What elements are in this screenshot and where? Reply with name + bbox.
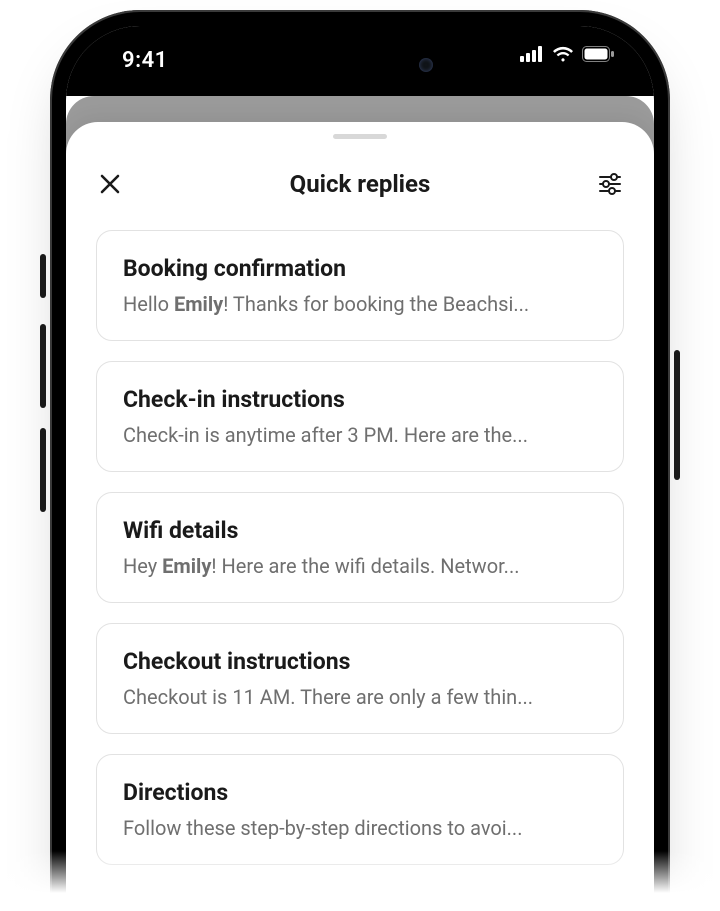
statusbar-icons: [520, 46, 614, 66]
quick-reply-card[interactable]: Checkout instructions Checkout is 11 AM.…: [96, 623, 624, 734]
statusbar-time: 9:41: [122, 48, 168, 73]
preview-text: Hey: [123, 554, 162, 578]
preview-text: Hello: [123, 292, 174, 316]
sliders-icon: [598, 173, 622, 195]
quick-reply-card[interactable]: Booking confirmation Hello Emily! Thanks…: [96, 230, 624, 341]
card-preview: Hello Emily! Thanks for booking the Beac…: [123, 292, 597, 316]
device-frame: 9:41: [50, 10, 670, 911]
cellular-icon: [520, 46, 544, 66]
card-title: Checkout instructions: [123, 648, 597, 675]
close-icon: [99, 173, 121, 195]
quick-reply-list: Booking confirmation Hello Emily! Thanks…: [66, 220, 654, 865]
sheet-header: Quick replies: [66, 158, 654, 220]
quick-reply-card[interactable]: Check-in instructions Check-in is anytim…: [96, 361, 624, 472]
battery-icon: [582, 46, 614, 66]
device-volume-down: [40, 428, 46, 512]
card-preview: Check-in is anytime after 3 PM. Here are…: [123, 423, 597, 447]
device-volume-up: [40, 324, 46, 408]
sheet-grabber[interactable]: [333, 134, 387, 139]
dynamic-island: [275, 46, 445, 84]
card-title: Check-in instructions: [123, 386, 597, 413]
preview-emph: Emily: [174, 292, 223, 316]
preview-text: Check-in is anytime after 3 PM. Here are…: [123, 423, 528, 447]
quick-replies-sheet: Quick replies: [66, 122, 654, 911]
device-power-button: [674, 350, 680, 480]
stage: 9:41: [0, 0, 720, 911]
preview-emph: Emily: [162, 554, 211, 578]
close-button[interactable]: [90, 164, 130, 204]
quick-reply-card[interactable]: Directions Follow these step-by-step dir…: [96, 754, 624, 865]
card-title: Wifi details: [123, 517, 597, 544]
card-preview: Follow these step-by-step directions to …: [123, 816, 597, 840]
preview-text: ! Here are the wifi details. Networ...: [211, 554, 519, 578]
preview-text: Checkout is 11 AM. There are only a few …: [123, 685, 533, 709]
preview-text: Follow these step-by-step directions to …: [123, 816, 522, 840]
device-screen: 9:41: [66, 26, 654, 911]
front-camera-icon: [419, 58, 433, 72]
preview-text: ! Thanks for booking the Beachsi...: [223, 292, 529, 316]
settings-button[interactable]: [590, 164, 630, 204]
quick-reply-card[interactable]: Wifi details Hey Emily! Here are the wif…: [96, 492, 624, 603]
wifi-icon: [552, 46, 574, 66]
card-preview: Hey Emily! Here are the wifi details. Ne…: [123, 554, 597, 578]
card-title: Directions: [123, 779, 597, 806]
device-volume-silence: [40, 254, 46, 298]
card-title: Booking confirmation: [123, 255, 597, 282]
sheet-title: Quick replies: [130, 170, 590, 198]
card-preview: Checkout is 11 AM. There are only a few …: [123, 685, 597, 709]
